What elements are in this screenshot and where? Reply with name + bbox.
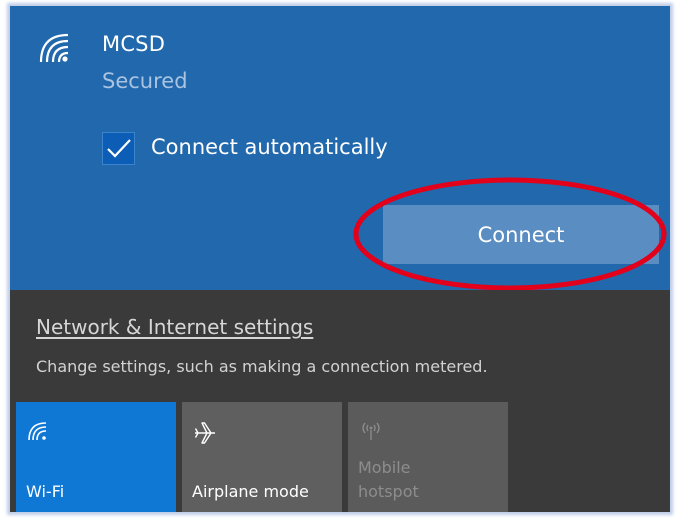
connect-button[interactable]: Connect: [383, 205, 659, 264]
connect-automatically-checkbox[interactable]: [102, 132, 135, 165]
connect-automatically-label: Connect automatically: [151, 135, 388, 159]
wifi-icon: [37, 31, 71, 65]
settings-panel: Network & Internet settings Change setti…: [10, 290, 670, 512]
mobile-hotspot-tile[interactable]: Mobile hotspot: [348, 402, 508, 512]
wifi-tile-label: Wi-Fi: [26, 482, 65, 501]
selected-network-panel[interactable]: MCSD Secured Connect automatically Conne…: [10, 6, 670, 291]
airplane-tile-label: Airplane mode: [192, 482, 309, 501]
hotspot-tile-label: Mobile hotspot: [358, 458, 419, 501]
network-status: Secured: [102, 69, 188, 93]
hotspot-icon: [358, 420, 384, 446]
network-name: MCSD: [102, 32, 166, 56]
airplane-icon: [192, 420, 218, 450]
airplane-mode-tile[interactable]: Airplane mode: [182, 402, 342, 512]
wifi-toggle-tile[interactable]: Wi-Fi: [16, 402, 176, 512]
checkmark-icon: [107, 139, 131, 158]
settings-description: Change settings, such as making a connec…: [36, 357, 488, 376]
quick-actions: Wi-Fi Airplane mode Mobile hotspot: [16, 402, 670, 512]
network-flyout: MCSD Secured Connect automatically Conne…: [10, 6, 670, 512]
wifi-icon: [26, 420, 48, 446]
network-internet-settings-link[interactable]: Network & Internet settings: [36, 315, 313, 339]
